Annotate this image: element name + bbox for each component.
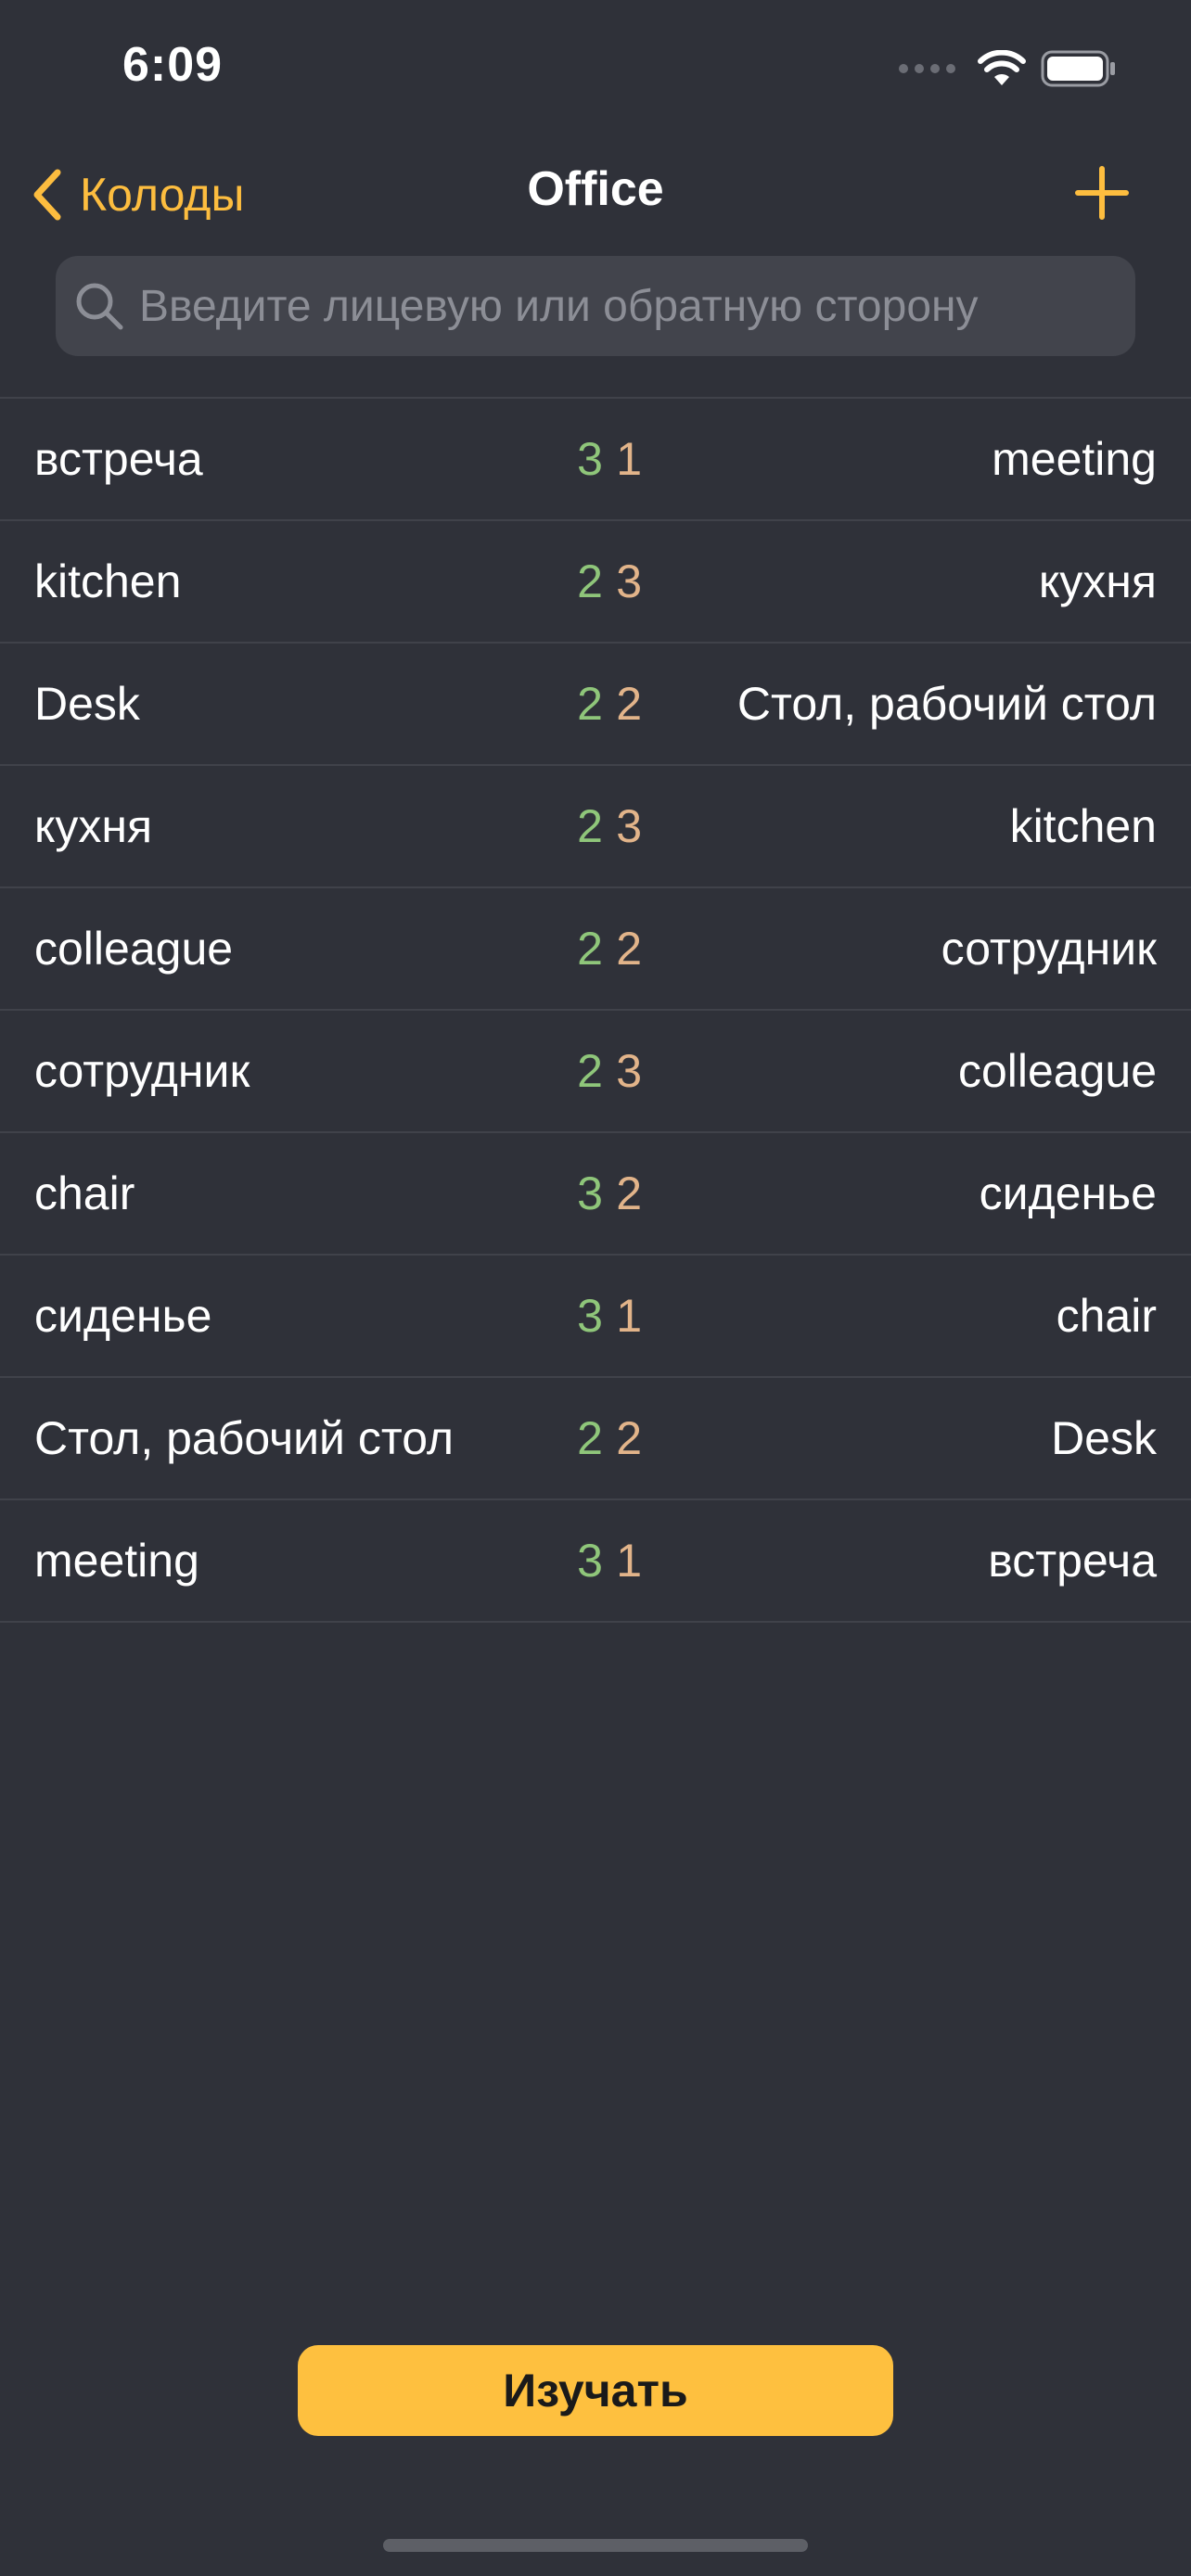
card-back: сиденье	[979, 1167, 1157, 1219]
card-list: встреча 3 1 meeting kitchen 2 3 кухня De…	[0, 397, 1191, 1623]
plus-icon	[1075, 166, 1129, 220]
card-front: кухня	[34, 800, 153, 852]
card-back: chair	[1056, 1290, 1157, 1342]
wifi-icon	[978, 50, 1026, 85]
card-front: colleague	[34, 923, 234, 975]
search-field[interactable]	[56, 256, 1135, 356]
card-back: Desk	[1051, 1412, 1157, 1464]
card-front: Desk	[34, 678, 140, 730]
card-front: встреча	[34, 433, 203, 485]
card-row[interactable]: Стол, рабочий стол 2 2 Desk	[0, 1378, 1191, 1500]
learning-count: 3	[616, 1045, 642, 1097]
study-button[interactable]: Изучать	[298, 2345, 893, 2436]
card-front: Стол, рабочий стол	[34, 1412, 455, 1464]
card-row[interactable]: сиденье 3 1 chair	[0, 1256, 1191, 1378]
status-bar: 6:09	[0, 0, 1191, 139]
back-button-label: Колоды	[80, 169, 245, 221]
card-front: сотрудник	[34, 1045, 250, 1097]
card-front: сиденье	[34, 1290, 212, 1342]
card-back: meeting	[992, 433, 1157, 485]
learning-count: 2	[616, 678, 642, 730]
card-row[interactable]: meeting 3 1 встреча	[0, 1500, 1191, 1623]
card-front: kitchen	[34, 555, 182, 607]
navigation-bar: Колоды Office	[0, 148, 1191, 241]
back-button[interactable]: Колоды	[32, 158, 244, 232]
add-card-button[interactable]	[1074, 165, 1130, 221]
learning-count: 3	[616, 800, 642, 852]
status-time: 6:09	[122, 38, 224, 92]
status-icons	[899, 45, 1117, 93]
card-row[interactable]: встреча 3 1 meeting	[0, 399, 1191, 521]
card-back: сотрудник	[941, 923, 1157, 975]
home-indicator[interactable]	[383, 2539, 808, 2552]
search-input[interactable]	[139, 256, 1135, 356]
learning-count: 2	[616, 1412, 642, 1464]
learning-count: 1	[616, 433, 642, 485]
learning-count: 2	[616, 1167, 642, 1219]
card-back: кухня	[1038, 555, 1157, 607]
card-row[interactable]: Desk 2 2 Стол, рабочий стол	[0, 644, 1191, 766]
signal-icon	[899, 64, 955, 73]
search-icon	[74, 281, 124, 331]
learning-count: 1	[616, 1535, 642, 1587]
learning-count: 1	[616, 1290, 642, 1342]
card-row[interactable]: сотрудник 2 3 colleague	[0, 1011, 1191, 1133]
card-back: Стол, рабочий стол	[736, 678, 1157, 730]
card-row[interactable]: colleague 2 2 сотрудник	[0, 888, 1191, 1011]
card-front: chair	[34, 1167, 135, 1219]
card-back: kitchen	[1009, 800, 1157, 852]
card-back: встреча	[988, 1535, 1157, 1587]
card-back: colleague	[957, 1045, 1157, 1097]
chevron-left-icon	[33, 169, 61, 221]
card-row[interactable]: kitchen 2 3 кухня	[0, 521, 1191, 644]
card-row[interactable]: кухня 2 3 kitchen	[0, 766, 1191, 888]
battery-icon	[1041, 50, 1115, 87]
card-front: meeting	[34, 1535, 199, 1587]
learning-count: 3	[616, 555, 642, 607]
card-row[interactable]: chair 3 2 сиденье	[0, 1133, 1191, 1256]
learning-count: 2	[616, 923, 642, 975]
